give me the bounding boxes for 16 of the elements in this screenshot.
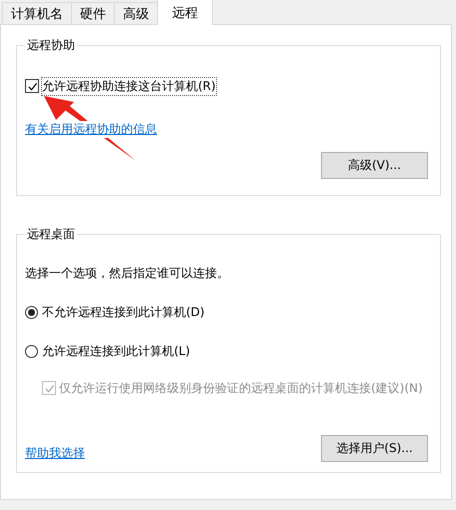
info-link[interactable]: 有关启用远程协助的信息 [25,121,157,138]
radio-label[interactable]: 不允许远程连接到此计算机(D) [42,304,205,321]
checkbox[interactable] [25,79,39,93]
help-link[interactable]: 帮助我选择 [25,445,85,462]
checkbox-label: 仅允许运行使用网络级别身份验证的远程桌面的计算机连接(建议)(N) [59,380,423,397]
group-title: 远程桌面 [26,226,76,243]
radio-button[interactable] [25,306,38,319]
instruction-text: 选择一个选项，然后指定谁可以连接。 [25,265,230,282]
tab[interactable]: 远程 [157,0,213,25]
group-title: 远程协助 [26,37,76,54]
select-users-button[interactable]: 选择用户(S)... [321,435,428,462]
advanced-button[interactable]: 高级(V)... [321,152,428,179]
tab[interactable]: 计算机名 [2,2,72,24]
checkbox-label[interactable]: 允许远程协助连接这台计算机(R) [42,78,216,95]
radio-label[interactable]: 允许远程连接到此计算机(L) [42,343,190,360]
radio-button[interactable] [25,345,38,358]
